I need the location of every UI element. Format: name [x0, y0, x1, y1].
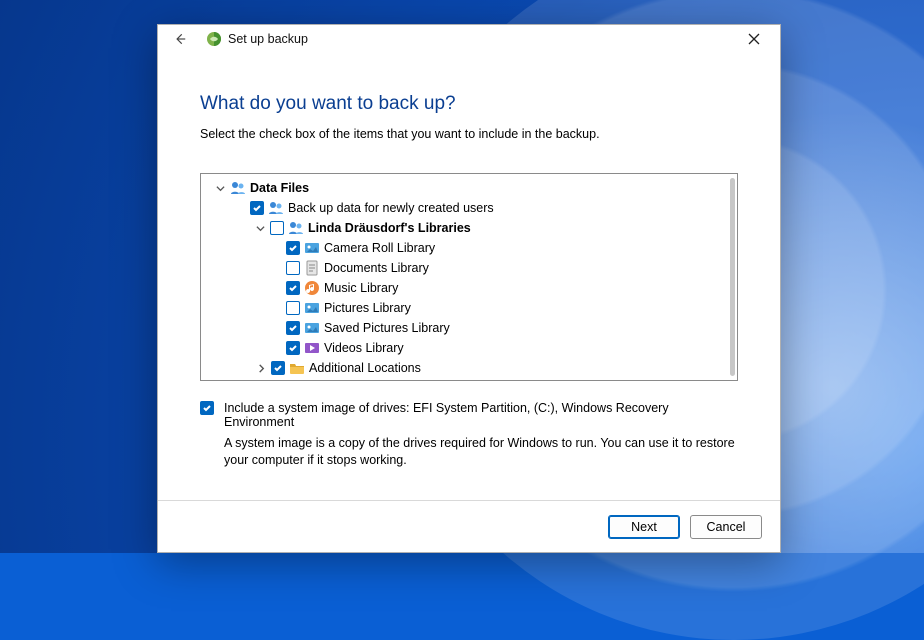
tree-node-data-files[interactable]: Data Files — [205, 178, 733, 198]
picture-library-icon — [304, 240, 320, 256]
video-library-icon — [304, 340, 320, 356]
system-image-label: Include a system image of drives: EFI Sy… — [224, 401, 738, 429]
checkbox[interactable] — [286, 241, 300, 255]
wizard-content: What do you want to back up? Select the … — [158, 53, 780, 500]
tree-label: Additional Locations — [309, 358, 421, 378]
tree-node-documents[interactable]: Documents Library — [205, 258, 733, 278]
document-library-icon — [304, 260, 320, 276]
tree-node-pictures[interactable]: Pictures Library — [205, 298, 733, 318]
checkbox[interactable] — [286, 301, 300, 315]
users-icon — [288, 220, 304, 236]
tree-label: Computer — [250, 378, 305, 381]
tree-label: Pictures Library — [324, 298, 411, 318]
tree-label: Documents Library — [324, 258, 429, 278]
users-icon — [230, 180, 246, 196]
backup-wizard-window: Set up backup What do you want to back u… — [157, 24, 781, 553]
checkbox[interactable] — [286, 261, 300, 275]
tree-node-computer[interactable]: Computer — [205, 378, 733, 381]
cancel-button[interactable]: Cancel — [690, 515, 762, 539]
tree-label: Camera Roll Library — [324, 238, 435, 258]
chevron-right-icon[interactable] — [256, 363, 267, 374]
tree-node-camera-roll[interactable]: Camera Roll Library — [205, 238, 733, 258]
checkbox[interactable] — [270, 221, 284, 235]
tree-label: Linda Dräusdorf's Libraries — [308, 218, 471, 238]
checkbox[interactable] — [286, 281, 300, 295]
wizard-footer: Next Cancel — [158, 500, 780, 552]
users-icon — [268, 200, 284, 216]
system-image-checkbox[interactable] — [200, 401, 214, 415]
tree-node-videos[interactable]: Videos Library — [205, 338, 733, 358]
tree-label: Back up data for newly created users — [288, 198, 494, 218]
chevron-down-icon[interactable] — [255, 223, 266, 234]
checkbox[interactable] — [250, 201, 264, 215]
checkbox[interactable] — [286, 341, 300, 355]
checkbox[interactable] — [286, 321, 300, 335]
picture-library-icon — [304, 300, 320, 316]
page-subheading: Select the check box of the items that y… — [200, 127, 738, 141]
computer-icon — [230, 380, 246, 381]
tree-node-music[interactable]: Music Library — [205, 278, 733, 298]
tree-label: Saved Pictures Library — [324, 318, 450, 338]
tree-node-additional-locations[interactable]: Additional Locations — [205, 358, 733, 378]
chevron-down-icon[interactable] — [215, 183, 226, 194]
close-button[interactable] — [732, 27, 776, 51]
music-library-icon — [304, 280, 320, 296]
system-image-row[interactable]: Include a system image of drives: EFI Sy… — [200, 401, 738, 429]
folder-icon — [289, 360, 305, 376]
backup-items-tree[interactable]: Data Files Back up data for newly create… — [200, 173, 738, 381]
scrollbar[interactable] — [730, 178, 735, 376]
system-image-note: A system image is a copy of the drives r… — [224, 435, 738, 469]
tree-node-new-users[interactable]: Back up data for newly created users — [205, 198, 733, 218]
next-button[interactable]: Next — [608, 515, 680, 539]
picture-library-icon — [304, 320, 320, 336]
tree-label: Data Files — [250, 178, 309, 198]
wizard-icon — [206, 31, 222, 47]
back-button[interactable] — [172, 31, 188, 47]
tree-label: Music Library — [324, 278, 398, 298]
tree-node-user-libraries[interactable]: Linda Dräusdorf's Libraries — [205, 218, 733, 238]
tree-label: Videos Library — [324, 338, 404, 358]
checkbox[interactable] — [271, 361, 285, 375]
tree-node-saved-pictures[interactable]: Saved Pictures Library — [205, 318, 733, 338]
titlebar: Set up backup — [158, 25, 780, 53]
window-title: Set up backup — [228, 32, 308, 46]
page-heading: What do you want to back up? — [200, 93, 738, 115]
